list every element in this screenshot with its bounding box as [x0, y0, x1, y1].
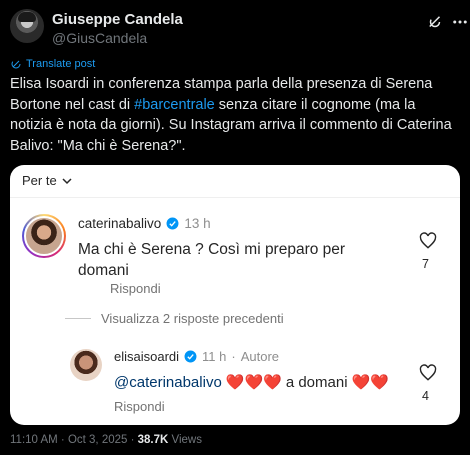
reply-time: 11 h	[202, 349, 227, 364]
verified-badge-icon	[166, 217, 179, 230]
verified-badge-icon	[184, 350, 197, 363]
reply-username[interactable]: elisaisoardi	[114, 349, 179, 364]
view-replies-label: Visualizza 2 risposte precedenti	[101, 311, 284, 326]
comment-header: caterinabalivo 13 h	[78, 216, 211, 231]
divider	[10, 197, 460, 198]
translate-label: Translate post	[26, 58, 96, 70]
like-count: 4	[422, 389, 429, 403]
heart-emojis: ❤️❤️❤️	[225, 374, 282, 391]
tweet-header: Giuseppe Candela @GiusCandela	[10, 9, 467, 49]
author-name[interactable]: Giuseppe Candela	[52, 11, 183, 28]
chevron-down-icon	[62, 177, 72, 184]
timestamp[interactable]: 11:10 AM · Oct 3, 2025 ·	[10, 434, 138, 446]
card-header: Per te	[10, 165, 460, 195]
views-label: Views	[168, 434, 202, 446]
view-count: 38.7K	[137, 434, 169, 446]
sort-label: Per te	[22, 173, 57, 188]
reply-author-avatar[interactable]	[70, 349, 102, 381]
author-badge: Autore	[240, 349, 280, 364]
tweet-body: Elisa Isoardi in conferenza stampa parla…	[10, 74, 460, 156]
instagram-comments-card[interactable]: Per te caterinabalivo 13 h Ma chi è Sere…	[10, 165, 460, 425]
separator-dot: ·	[231, 349, 236, 364]
heart-emojis-end: ❤️❤️	[351, 374, 389, 391]
hashtag-link[interactable]: #barcentrale	[134, 97, 215, 113]
mention-link[interactable]: @caterinabalivo	[114, 374, 222, 391]
reply-body-text: a domani	[285, 373, 348, 391]
reply-button[interactable]: Rispondi	[114, 399, 165, 414]
translate-post-link[interactable]: Translate post	[10, 57, 95, 71]
comment-time: 13 h	[184, 216, 211, 231]
sort-dropdown[interactable]: Per te	[22, 173, 72, 188]
commenter-username[interactable]: caterinabalivo	[78, 216, 161, 231]
heart-icon[interactable]	[418, 231, 438, 251]
author-avatar[interactable]	[10, 9, 44, 43]
comment-text: Ma chi è Serena ? Così mi preparo per do…	[78, 241, 346, 279]
translate-icon	[11, 59, 21, 69]
reply-header: elisaisoardi 11 h · Autore	[114, 349, 279, 364]
more-options-icon[interactable]	[451, 13, 469, 31]
tweet-meta: 11:10 AM · Oct 3, 2025 · 38.7K Views	[10, 434, 202, 446]
reply-button[interactable]: Rispondi	[110, 281, 161, 296]
divider-line	[65, 318, 91, 319]
view-previous-replies[interactable]: Visualizza 2 risposte precedenti	[65, 311, 284, 326]
heart-icon[interactable]	[418, 363, 438, 383]
author-handle[interactable]: @GiusCandela	[52, 30, 147, 46]
grok-icon[interactable]	[426, 13, 444, 31]
like-count: 7	[422, 257, 429, 271]
reply-text: @caterinabalivo ❤️❤️❤️ a domani ❤️❤️	[114, 373, 389, 392]
commenter-avatar[interactable]	[22, 214, 66, 258]
